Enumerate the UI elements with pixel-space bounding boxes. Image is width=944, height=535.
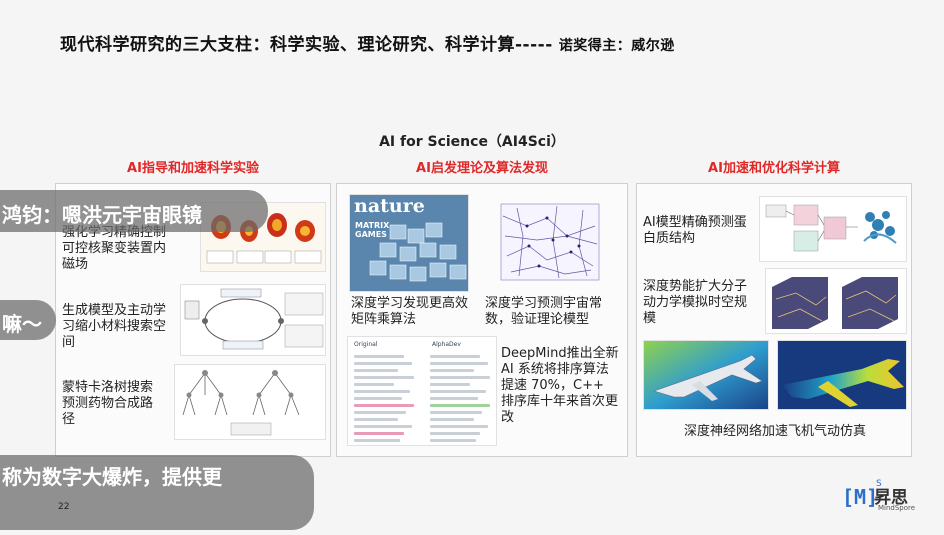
experiment-item-drug-synthesis: 蒙特卡洛树搜索预测药物合成路径 xyxy=(62,380,154,427)
nature-masthead: nature xyxy=(354,195,425,217)
column-heading-theory: AI启发理论及算法发现 xyxy=(416,161,548,176)
slide-title: 现代科学研究的三大支柱：科学实验、理论研究、科学计算----- 诺奖得主：威尔逊 xyxy=(60,30,675,55)
caption-overlay-1-text: 鸿钧：嗯洪元宇宙眼镜 xyxy=(2,203,202,227)
caption-overlay-3: 称为数字大爆炸，提供更 xyxy=(0,455,314,530)
slide-title-main: 现代科学研究的三大支柱：科学实验、理论研究、科学计算----- xyxy=(60,35,553,55)
experiment-item-materials: 生成模型及主动学习缩小材料搜索空间 xyxy=(62,303,167,350)
computation-item-molecular-dynamics: 深度势能扩大分子动力学模拟时空规模 xyxy=(643,279,748,326)
theory-item-matrix: 深度学习发现更高效矩阵乘算法 xyxy=(351,296,469,327)
experiment-item-fusion: 强化学习精确控制可控核聚变装置内磁场 xyxy=(62,225,167,272)
cosmic-web-figure xyxy=(487,196,617,288)
airplane-flow-figure xyxy=(777,340,907,410)
mindspore-logo-en: MindSpore xyxy=(878,504,916,512)
matrix-games-label: MATRIX GAMES xyxy=(355,221,389,239)
panel-computation: AI模型精确预测蛋白质结构 深度势能扩大分子动力学模拟时空规模 深度神经网络加速… xyxy=(636,183,912,457)
mindspore-logo: [M] S 昇思 MindSpore xyxy=(842,479,915,512)
mindspore-logo-mark: [M] xyxy=(842,485,879,509)
code-original-block xyxy=(350,351,422,445)
monte-carlo-tree-figure xyxy=(174,364,326,440)
molecular-dynamics-figure xyxy=(765,268,907,334)
active-learning-loop-figure xyxy=(180,284,326,356)
protein-structure-figure xyxy=(759,196,907,262)
code-original-label: Original xyxy=(354,341,378,348)
panel-theory: nature MATRIX GAMES 深度学习发现更高效矩阵乘算法 深度学习预… xyxy=(336,183,628,457)
games-label: GAMES xyxy=(355,230,387,239)
page-number: 22 xyxy=(58,502,70,512)
caption-overlay-1: 鸿钧：嗯洪元宇宙眼镜 xyxy=(0,190,268,232)
computation-item-aerodynamics: 深度神经网络加速飞机气动仿真 xyxy=(683,424,866,439)
code-alphadev-block xyxy=(426,351,496,442)
matrix-label: MATRIX xyxy=(355,221,390,230)
column-heading-experiment: AI指导和加速科学实验 xyxy=(127,161,259,176)
theory-item-alphadev: DeepMind推出全新 AI 系统将排序算法提速 70%，C++ 排序库十年来… xyxy=(501,346,619,425)
slide-title-attribution: 诺奖得主：威尔逊 xyxy=(558,38,675,54)
ai4sci-label: AI for Science（AI4Sci） xyxy=(379,134,565,150)
computation-item-protein: AI模型精确预测蛋白质结构 xyxy=(643,215,747,246)
caption-overlay-3-text: 称为数字大爆炸，提供更 xyxy=(2,465,222,489)
sorting-code-figure: Original AlphaDev xyxy=(347,336,497,446)
code-alphadev-label: AlphaDev xyxy=(432,341,461,348)
caption-overlay-2: 嘛～ xyxy=(0,300,56,340)
column-heading-computation: AI加速和优化科学计算 xyxy=(708,161,840,176)
theory-item-cosmology: 深度学习预测宇宙常数，验证理论模型 xyxy=(485,296,603,327)
caption-overlay-2-text: 嘛～ xyxy=(2,312,42,336)
slide: 现代科学研究的三大支柱：科学实验、理论研究、科学计算----- 诺奖得主：威尔逊 … xyxy=(0,0,944,535)
airplane-mesh-figure xyxy=(643,340,769,410)
nature-cover-figure: nature MATRIX GAMES xyxy=(349,194,469,292)
